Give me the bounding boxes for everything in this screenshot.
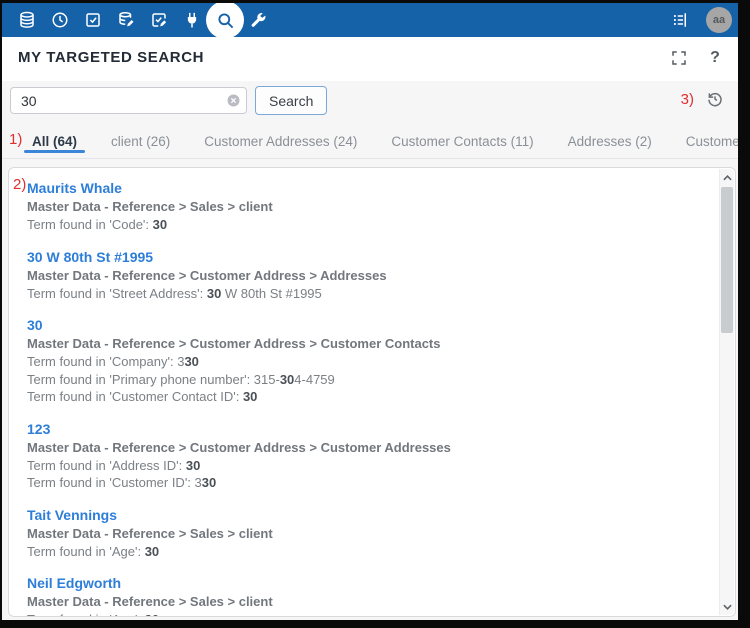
result-breadcrumb: Master Data - Reference > Customer Addre… <box>27 439 713 457</box>
top-navigation-bar: aa <box>2 3 738 37</box>
result-title-link[interactable]: 30 W 80th St #1995 <box>27 247 713 267</box>
result-term-line: Term found in 'Age': 30 <box>27 543 713 561</box>
scrollbar-thumb[interactable] <box>721 187 733 333</box>
results-list: Maurits WhaleMaster Data - Reference > S… <box>27 178 713 616</box>
tab-client-26[interactable]: client (26) <box>111 125 170 158</box>
clear-x-icon[interactable] <box>227 94 240 107</box>
result-item: Maurits WhaleMaster Data - Reference > S… <box>27 178 713 234</box>
result-breadcrumb: Master Data - Reference > Customer Addre… <box>27 267 713 285</box>
result-title-link[interactable]: Maurits Whale <box>27 178 713 198</box>
scroll-down-icon[interactable] <box>720 599 735 614</box>
search-input[interactable] <box>10 87 247 114</box>
clock-icon[interactable] <box>43 3 76 37</box>
annotation-2: 2) <box>13 176 26 193</box>
page-header: MY TARGETED SEARCH ? <box>2 37 738 81</box>
search-icon-active[interactable] <box>208 3 241 37</box>
search-button[interactable]: Search <box>255 86 327 115</box>
database-icon[interactable] <box>10 3 43 37</box>
result-term-line: Term found in 'Age': 30 <box>27 611 713 616</box>
scrollbar[interactable] <box>719 169 734 615</box>
plug-icon[interactable] <box>175 3 208 37</box>
result-term-line: Term found in 'Code': 30 <box>27 216 713 234</box>
result-term-line: Term found in 'Street Address': 30 W 80t… <box>27 285 713 303</box>
task-check-icon[interactable] <box>76 3 109 37</box>
result-breadcrumb: Master Data - Reference > Customer Addre… <box>27 335 713 353</box>
user-avatar[interactable]: aa <box>706 7 732 33</box>
result-item: 30 W 80th St #1995Master Data - Referenc… <box>27 247 713 303</box>
results-panel: 2) Maurits WhaleMaster Data - Reference … <box>8 167 736 617</box>
result-item: 30Master Data - Reference > Customer Add… <box>27 315 713 406</box>
result-breadcrumb: Master Data - Reference > Sales > client <box>27 525 713 543</box>
result-item: Neil EdgworthMaster Data - Reference > S… <box>27 573 713 616</box>
result-title-link[interactable]: Tait Vennings <box>27 505 713 525</box>
app-window: aa MY TARGETED SEARCH ? Search 3) <box>2 3 738 620</box>
result-term-line: Term found in 'Customer Contact ID': 30 <box>27 388 713 406</box>
help-icon[interactable]: ? <box>706 49 724 67</box>
result-breadcrumb: Master Data - Reference > Sales > client <box>27 198 713 216</box>
result-title-link[interactable]: 123 <box>27 419 713 439</box>
result-item: 123Master Data - Reference > Customer Ad… <box>27 419 713 492</box>
result-term-line: Term found in 'Primary phone number': 31… <box>27 371 713 389</box>
result-breadcrumb: Master Data - Reference > Sales > client <box>27 593 713 611</box>
search-row: Search 3) <box>2 81 738 123</box>
result-term-line: Term found in 'Customer ID': 330 <box>27 474 713 492</box>
content-area: Search 3) 1) All (64) client (26) Customer… <box>2 81 738 620</box>
result-term-line: Term found in 'Company': 330 <box>27 353 713 371</box>
tab-customer-addresses-24[interactable]: Customer Addresses (24) <box>204 125 357 158</box>
page-title: MY TARGETED SEARCH <box>18 49 204 66</box>
active-tool-highlight <box>206 3 244 39</box>
expand-icon[interactable] <box>670 49 688 67</box>
scroll-up-icon[interactable] <box>720 170 735 185</box>
wrench-icon[interactable] <box>241 3 274 37</box>
result-title-link[interactable]: Neil Edgworth <box>27 573 713 593</box>
tab-all-64[interactable]: All (64) <box>32 125 77 158</box>
result-title-link[interactable]: 30 <box>27 315 713 335</box>
history-undo-icon[interactable] <box>706 90 724 108</box>
tab-addresses-2[interactable]: Addresses (2) <box>568 125 652 158</box>
result-item: Tait VenningsMaster Data - Reference > S… <box>27 505 713 561</box>
task-edit-icon[interactable] <box>142 3 175 37</box>
result-term-line: Term found in 'Address ID': 30 <box>27 457 713 475</box>
tab-customers-1[interactable]: Customers (1) <box>686 125 738 158</box>
list-details-icon[interactable] <box>663 3 696 37</box>
results-tabs-row: 1) All (64) client (26) Customer Addresses… <box>2 125 738 159</box>
database-edit-icon[interactable] <box>109 3 142 37</box>
annotation-1: 1) <box>9 131 22 148</box>
tab-customer-contacts-11[interactable]: Customer Contacts (11) <box>391 125 533 158</box>
annotation-3: 3) <box>681 91 694 108</box>
